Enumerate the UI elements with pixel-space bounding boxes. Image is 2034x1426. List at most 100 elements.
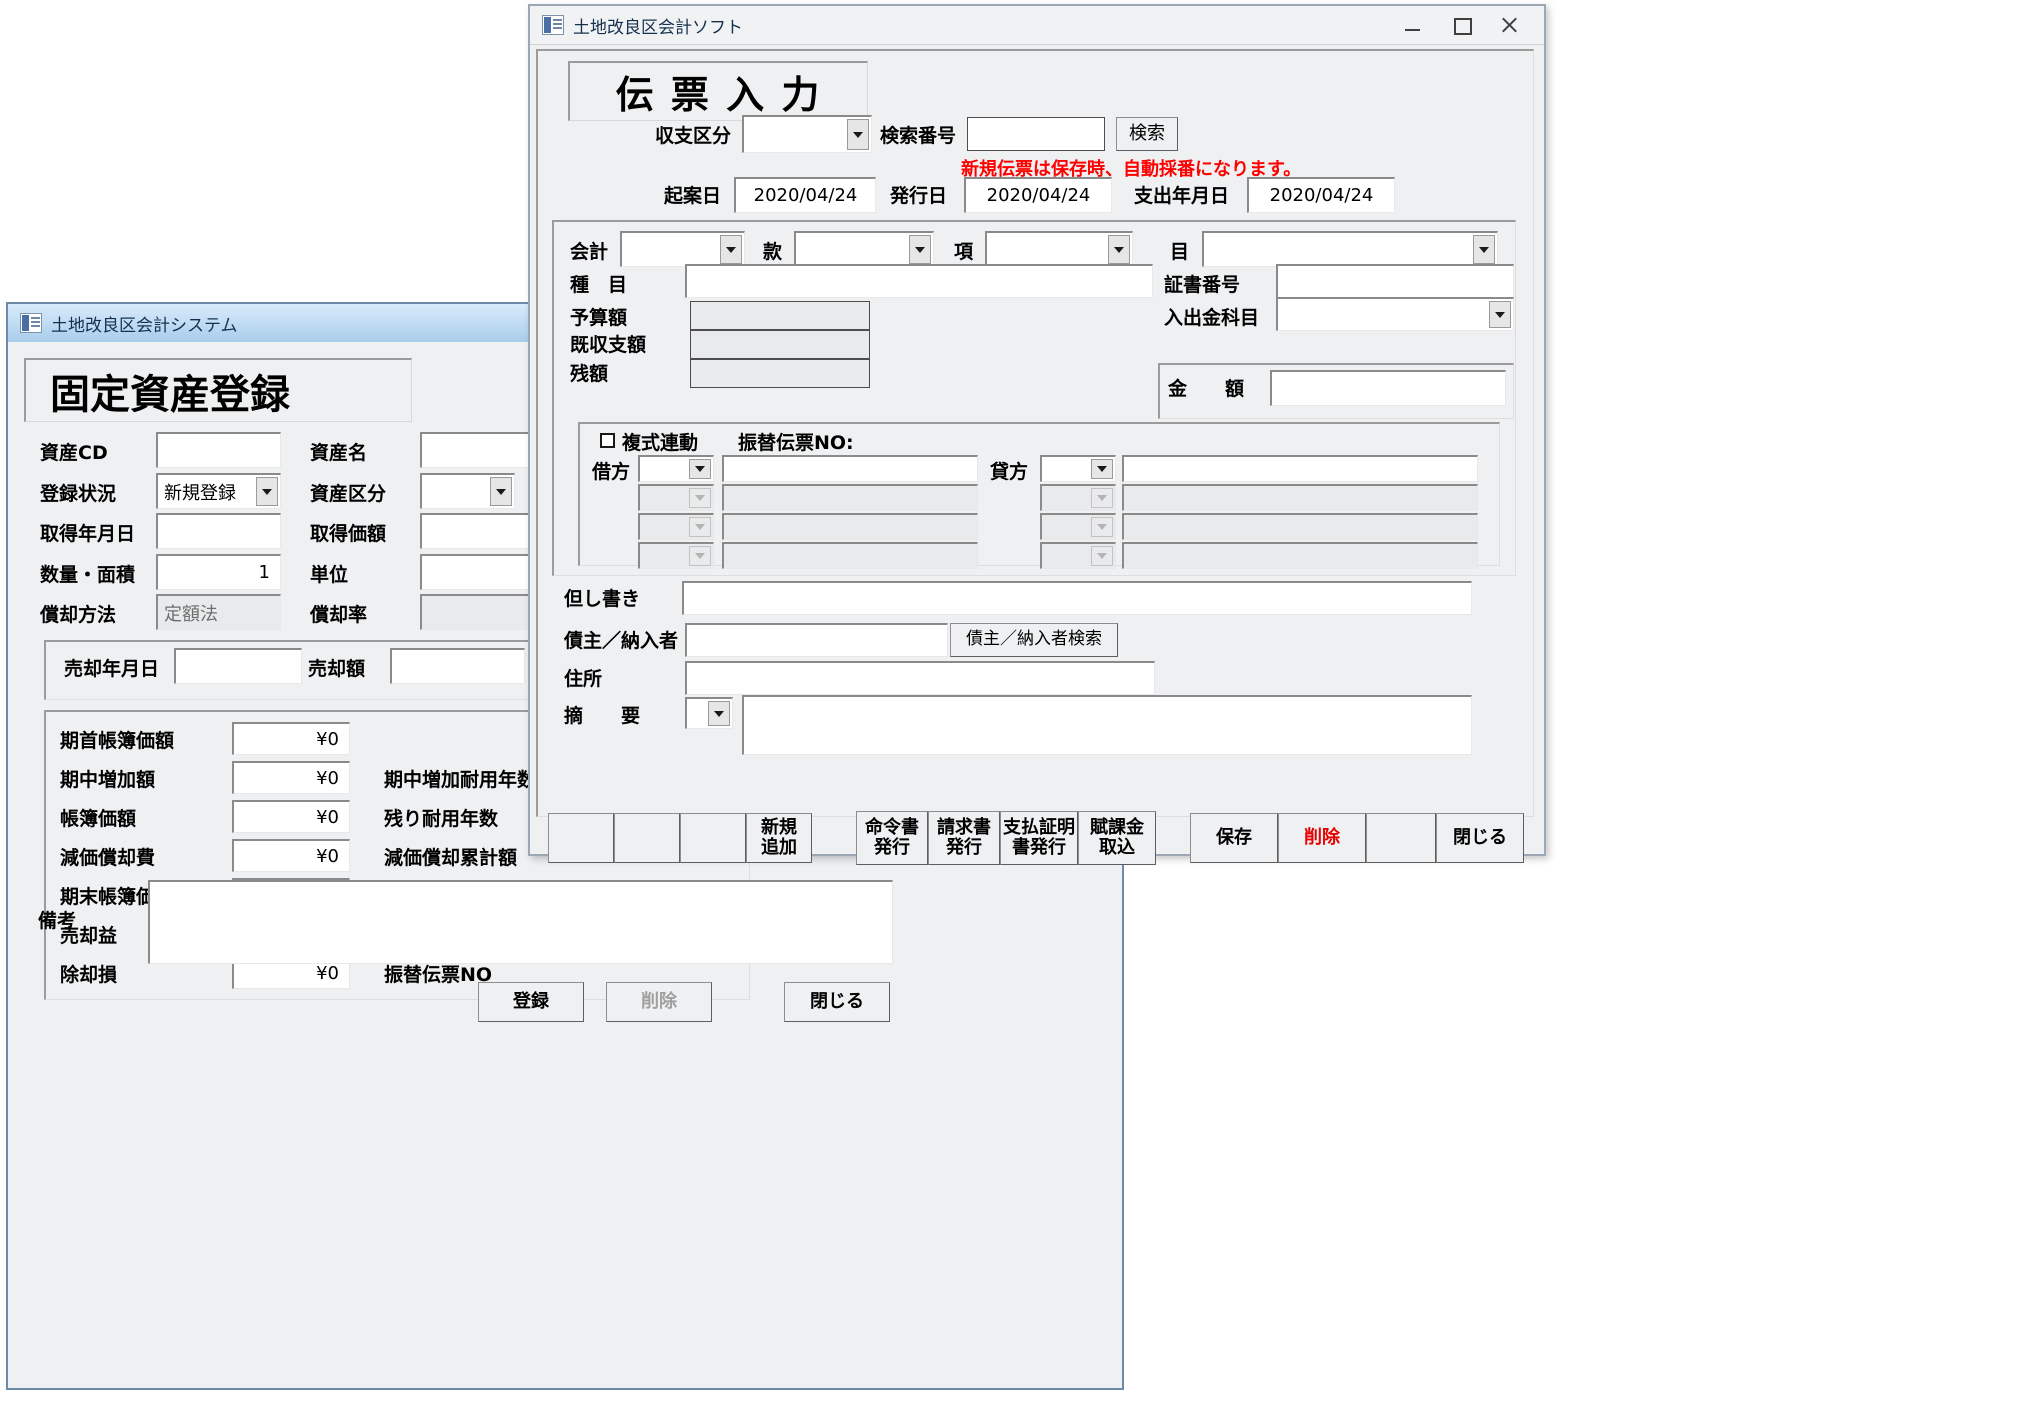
blank-button-3[interactable] <box>680 813 746 863</box>
input-asset-cd[interactable] <box>156 432 281 468</box>
label-sale-date: 売却年月日 <box>64 658 160 680</box>
input-issue-date[interactable]: 2020/04/24 <box>964 177 1112 213</box>
credit-name-input <box>1122 513 1478 540</box>
label-address: 住所 <box>564 668 603 690</box>
debit-code-select <box>638 484 714 511</box>
select-moku[interactable] <box>1202 231 1498 267</box>
save-button[interactable]: 保存 <box>1190 813 1278 863</box>
label-balance-amount: 残額 <box>570 363 609 385</box>
label-amount: 金 額 <box>1168 378 1245 400</box>
input-depreciation-method: 定額法 <box>156 594 281 630</box>
credit-code-select <box>1040 513 1116 540</box>
input-proviso[interactable] <box>682 581 1472 615</box>
background-page-title: 固定資産登録 <box>24 358 412 422</box>
depreciation-row-value[interactable]: ¥0 <box>232 761 350 794</box>
select-income-expense[interactable] <box>742 115 872 153</box>
depreciation-row-value[interactable]: ¥0 <box>232 722 350 755</box>
chevron-down-icon[interactable] <box>1108 235 1130 264</box>
front-window[interactable]: 土地改良区会計ソフト 伝 票 入 力 収支区分 検索番号 検索 新規伝票は保存時… <box>528 4 1546 865</box>
chevron-down-icon[interactable] <box>708 701 730 726</box>
app-icon <box>20 313 42 333</box>
blank-button-1[interactable] <box>548 813 614 863</box>
label-moku: 目 <box>1170 241 1190 263</box>
background-window-title: 土地改良区会計システム <box>51 315 238 336</box>
input-draft-date[interactable]: 2020/04/24 <box>734 177 876 213</box>
depreciation-row-right-label: 期中増加耐用年数 <box>384 769 537 791</box>
chevron-down-icon[interactable] <box>1091 459 1113 479</box>
input-shumoku[interactable] <box>685 264 1153 298</box>
label-asset-cd: 資産CD <box>40 442 108 464</box>
credit-code-select[interactable] <box>1040 455 1116 482</box>
blank-button-4[interactable] <box>1366 813 1436 863</box>
front-close-button[interactable]: 閉じる <box>1436 813 1524 863</box>
chevron-down-icon[interactable] <box>490 477 512 506</box>
chevron-down-icon[interactable] <box>720 235 742 264</box>
payment-certificate-button[interactable]: 支払証明 書発行 <box>1000 811 1078 865</box>
search-button[interactable]: 検索 <box>1116 117 1178 151</box>
app-icon <box>542 15 564 35</box>
input-acquisition-date[interactable] <box>156 513 281 549</box>
debit-code-select[interactable] <box>638 455 714 482</box>
chevron-down-icon <box>1091 546 1113 566</box>
label-unit: 単位 <box>310 564 349 586</box>
input-sale-date[interactable] <box>174 648 302 684</box>
input-amount[interactable] <box>1270 370 1506 406</box>
input-remarks[interactable] <box>148 880 893 964</box>
order-issue-button[interactable]: 命令書 発行 <box>856 811 928 865</box>
select-summary-code[interactable] <box>685 697 733 729</box>
label-payment-date: 支出年月日 <box>1134 185 1230 207</box>
chevron-down-icon[interactable] <box>1473 235 1495 264</box>
depreciation-row-value[interactable]: ¥0 <box>232 839 350 872</box>
select-kaikei[interactable] <box>620 231 745 267</box>
select-registration-status[interactable]: 新規登録 <box>156 473 281 509</box>
credit-name-input <box>1122 484 1478 511</box>
input-sale-amount[interactable] <box>390 648 525 684</box>
input-summary[interactable] <box>742 695 1472 755</box>
chevron-down-icon[interactable] <box>1489 301 1511 328</box>
creditor-payer-search-button[interactable]: 債主／納入者検索 <box>950 623 1118 657</box>
register-button[interactable]: 登録 <box>478 982 584 1022</box>
invoice-issue-button[interactable]: 請求書 発行 <box>928 811 1000 865</box>
input-search-no[interactable] <box>967 117 1105 151</box>
credit-name-input[interactable] <box>1122 455 1478 482</box>
label-sale-amount: 売却額 <box>308 658 366 680</box>
front-window-titlebar[interactable]: 土地改良区会計ソフト <box>530 6 1544 44</box>
label-asset-name: 資産名 <box>310 442 368 464</box>
input-creditor-payer[interactable] <box>685 623 948 657</box>
chevron-down-icon[interactable] <box>256 477 278 506</box>
input-address[interactable] <box>685 661 1155 695</box>
debit-code-select <box>638 542 714 569</box>
double-entry-checkbox[interactable] <box>600 433 615 448</box>
debit-name-input <box>722 484 978 511</box>
chevron-down-icon[interactable] <box>909 235 931 264</box>
background-close-button[interactable]: 閉じる <box>784 982 890 1022</box>
chevron-down-icon[interactable] <box>847 119 869 150</box>
label-remarks: 備考 <box>38 910 77 932</box>
select-asset-class[interactable] <box>420 473 515 509</box>
depreciation-row-label: 減価償却費 <box>60 847 156 869</box>
input-quantity-area[interactable]: 1 <box>156 554 281 590</box>
debit-name-input[interactable] <box>722 455 978 482</box>
front-delete-button[interactable]: 削除 <box>1278 813 1366 863</box>
depreciation-row-value[interactable]: ¥0 <box>232 800 350 833</box>
levy-import-button[interactable]: 賦課金 取込 <box>1078 811 1156 865</box>
label-cash-account: 入出金科目 <box>1164 307 1260 329</box>
select-kou[interactable] <box>985 231 1133 267</box>
new-add-button[interactable]: 新規 追加 <box>746 813 812 863</box>
label-draft-date: 起案日 <box>664 185 722 207</box>
input-certificate-no[interactable] <box>1276 264 1514 298</box>
minimize-icon[interactable] <box>1402 14 1424 36</box>
label-kou: 項 <box>954 241 974 263</box>
chevron-down-icon[interactable] <box>689 459 711 479</box>
depreciation-row-right-label: 振替伝票NO <box>384 964 493 986</box>
select-cash-account[interactable] <box>1276 297 1514 331</box>
input-budget-amount <box>690 301 870 330</box>
maximize-icon[interactable] <box>1450 14 1472 36</box>
front-page-title-text: 伝 票 入 力 <box>615 73 822 117</box>
select-kan[interactable] <box>794 231 934 267</box>
input-payment-date[interactable]: 2020/04/24 <box>1247 177 1395 213</box>
close-icon[interactable] <box>1498 14 1520 36</box>
depreciation-row-right-label: 残り耐用年数 <box>384 808 499 830</box>
chevron-down-icon <box>1091 517 1113 537</box>
blank-button-2[interactable] <box>614 813 680 863</box>
